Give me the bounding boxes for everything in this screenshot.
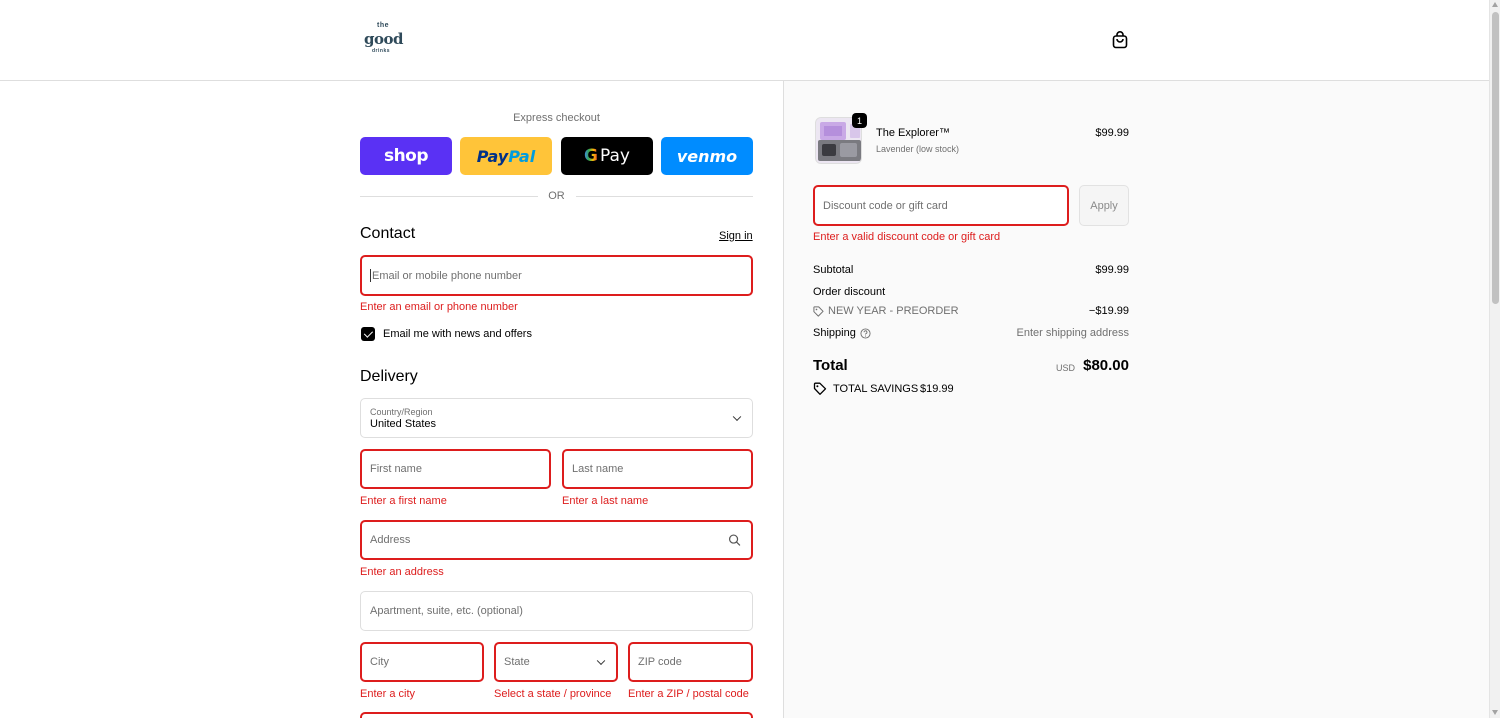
address-placeholder: Address [370, 534, 411, 546]
email-error: Enter an email or phone number [360, 301, 518, 313]
email-field[interactable]: Email or mobile phone number [360, 255, 753, 296]
search-icon[interactable] [728, 534, 741, 547]
sign-in-link[interactable]: Sign in [719, 230, 753, 242]
last-name-field[interactable]: Last name [562, 449, 753, 489]
shipping-value: Enter shipping address [1016, 327, 1129, 339]
order-discount-label: Order discount [813, 286, 886, 298]
total-savings-value: $19.99 [920, 383, 954, 395]
brand-logo[interactable]: the good drinks [362, 22, 406, 58]
first-name-error: Enter a first name [360, 495, 447, 507]
address-field[interactable]: Address [360, 520, 753, 560]
order-summary-panel [783, 81, 1489, 718]
delivery-heading: Delivery [360, 368, 418, 385]
product-name: The Explorer™ [876, 127, 950, 139]
scroll-down-arrow-icon[interactable] [1492, 710, 1498, 715]
newsletter-label: Email me with news and offers [383, 328, 532, 340]
paypal-text-a: Pay [476, 146, 509, 166]
shipping-label: Shipping [813, 327, 856, 339]
discount-placeholder: Discount code or gift card [823, 199, 948, 212]
paypal-text-b: Pal [508, 146, 536, 166]
scroll-up-arrow-icon[interactable] [1492, 2, 1498, 7]
subtotal-value: $99.99 [1095, 264, 1129, 276]
shop-pay-button[interactable]: shop [360, 137, 452, 175]
country-label: Country/Region [370, 406, 433, 417]
discount-code-name: NEW YEAR - PREORDER [828, 305, 959, 317]
state-select[interactable]: State [494, 642, 618, 682]
discount-error: Enter a valid discount code or gift card [813, 231, 1001, 243]
city-placeholder: City [370, 656, 389, 668]
shopping-bag-icon[interactable] [1110, 30, 1130, 50]
venmo-button[interactable]: venmo [661, 137, 753, 175]
address-error: Enter an address [360, 566, 444, 578]
country-select[interactable]: Country/Region United States [360, 398, 753, 438]
google-pay-button[interactable]: G Pay [561, 137, 653, 175]
total-savings-label: TOTAL SAVINGS [833, 383, 919, 395]
country-value: United States [370, 417, 437, 430]
total-value: $80.00 [1083, 357, 1129, 374]
help-icon[interactable] [860, 328, 871, 339]
state-placeholder: State [504, 656, 530, 668]
site-header: the good drinks [0, 0, 1489, 81]
or-divider-text: OR [548, 190, 565, 202]
city-field[interactable]: City [360, 642, 484, 682]
apartment-placeholder: Apartment, suite, etc. (optional) [370, 605, 523, 617]
total-label: Total [813, 357, 848, 374]
product-price: $99.99 [1095, 127, 1129, 139]
chevron-down-icon [596, 656, 606, 666]
page-scrollbar[interactable] [1489, 0, 1500, 718]
first-name-field[interactable]: First name [360, 449, 551, 489]
last-name-error: Enter a last name [562, 495, 649, 507]
google-g-icon: G [584, 146, 598, 166]
paypal-button[interactable]: Pay Pal [460, 137, 552, 175]
tag-icon [813, 306, 824, 317]
logo-top-text: the [377, 22, 389, 29]
product-variant: Lavender (low stock) [876, 144, 960, 154]
discount-value: −$19.99 [1088, 305, 1129, 317]
apartment-field[interactable]: Apartment, suite, etc. (optional) [360, 591, 753, 631]
newsletter-checkbox[interactable] [361, 327, 375, 341]
zip-field[interactable]: ZIP code [628, 642, 753, 682]
logo-bottom-text: drinks [372, 48, 391, 54]
city-error: Enter a city [360, 688, 416, 700]
last-name-placeholder: Last name [572, 463, 624, 475]
zip-placeholder: ZIP code [638, 656, 682, 668]
chevron-down-icon [732, 412, 742, 422]
first-name-placeholder: First name [370, 463, 422, 475]
express-checkout-label: Express checkout [513, 112, 600, 124]
venmo-text: venmo [676, 146, 738, 166]
discount-code-field[interactable]: Discount code or gift card [813, 185, 1069, 226]
apply-discount-button[interactable]: Apply [1079, 185, 1129, 226]
logo-main-text: good [364, 30, 404, 48]
shop-pay-text: shop [383, 146, 429, 166]
phone-field[interactable] [360, 712, 753, 718]
email-placeholder: Email or mobile phone number [372, 269, 522, 282]
text-cursor [370, 269, 371, 282]
savings-tag-icon [813, 382, 827, 395]
zip-error: Enter a ZIP / postal code [628, 688, 749, 700]
quantity-badge: 1 [852, 113, 867, 128]
subtotal-label: Subtotal [813, 264, 854, 276]
contact-heading: Contact [360, 225, 416, 242]
google-pay-text: Pay [600, 146, 630, 166]
state-error: Select a state / province [494, 688, 612, 700]
scrollbar-thumb[interactable] [1492, 12, 1499, 304]
